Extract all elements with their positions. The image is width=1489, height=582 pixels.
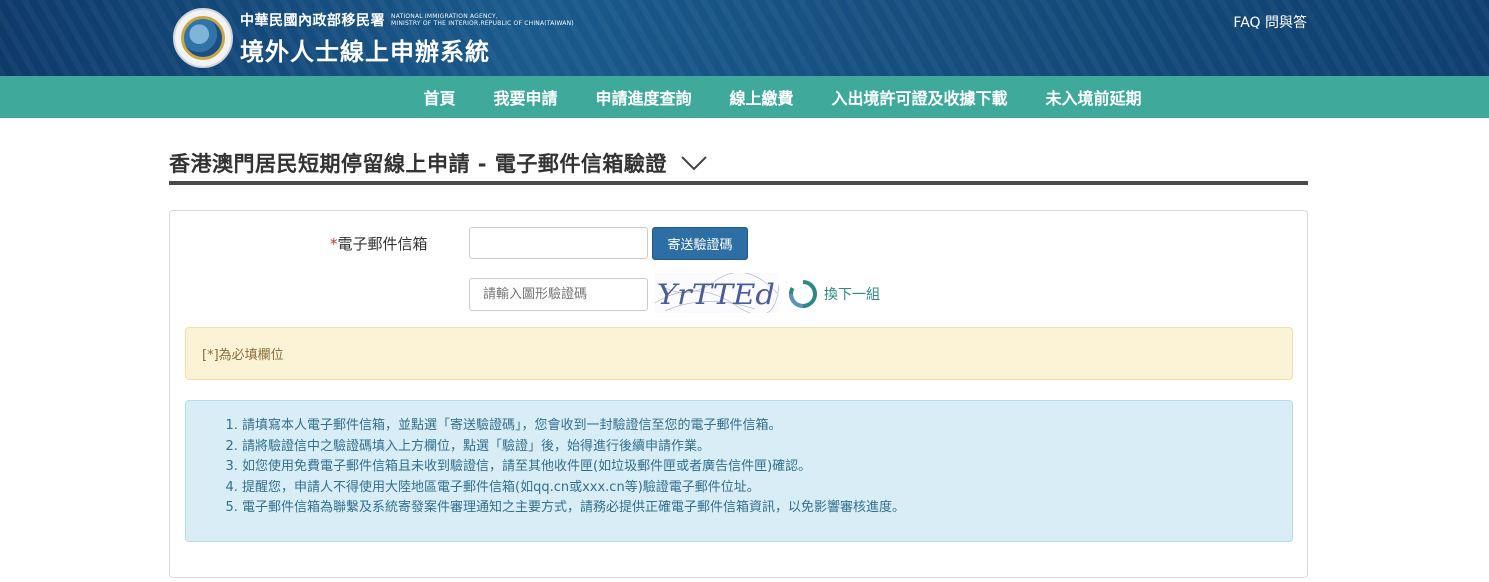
agency-name-zh: 中華民國內政部移民署 xyxy=(240,12,385,29)
page-title-bar: 香港澳門居民短期停留線上申請 - 電子郵件信箱驗證 xyxy=(169,145,1308,185)
nav-item-apply[interactable]: 我要申請 xyxy=(474,85,576,109)
agency-name-en: NATIONAL IMMIGRATION AGENCY, MINISTRY OF… xyxy=(391,12,574,27)
email-label: *電子郵件信箱 xyxy=(330,235,428,253)
page-title: 香港澳門居民短期停留線上申請 - 電子郵件信箱驗證 xyxy=(169,152,667,176)
nav-item-payment[interactable]: 線上繳費 xyxy=(711,85,813,109)
faq-link[interactable]: FAQ 問與答 xyxy=(1233,12,1307,32)
list-item: 請將驗證信中之驗證碼填入上方欄位，點選「驗證」後，始得進行後續申請作業。 xyxy=(242,437,1292,458)
list-item: 電子郵件信箱為聯繫及系統寄發案件審理通知之主要方式，請務必提供正確電子郵件信箱資… xyxy=(242,498,1292,519)
email-input[interactable] xyxy=(469,227,648,259)
agency-seal-icon xyxy=(173,8,233,68)
instructions-notice: 請填寫本人電子郵件信箱，並點選「寄送驗證碼」，您會收到一封驗證信至您的電子郵件信… xyxy=(185,400,1293,542)
verification-panel: *電子郵件信箱 寄送驗證碼 YrTTEd 換下一組 [*]為必填欄位 請填寫本人… xyxy=(169,210,1308,578)
list-item: 如您使用免費電子郵件信箱且未收到驗證信，請至其他收件匣(如垃圾郵件匣或者廣告信件… xyxy=(242,457,1292,478)
refresh-label: 換下一組 xyxy=(824,287,880,303)
nav-item-permit-download[interactable]: 入出境許可證及收據下載 xyxy=(813,85,1027,109)
send-code-button[interactable]: 寄送驗證碼 xyxy=(652,227,748,260)
captcha-image: YrTTEd xyxy=(655,273,779,313)
nav-item-progress[interactable]: 申請進度查詢 xyxy=(576,85,710,109)
captcha-text: YrTTEd xyxy=(657,278,775,311)
list-item: 請填寫本人電子郵件信箱，並點選「寄送驗證碼」，您會收到一封驗證信至您的電子郵件信… xyxy=(242,416,1292,437)
refresh-icon xyxy=(789,280,817,308)
nav-item-extension[interactable]: 未入境前延期 xyxy=(1027,85,1161,109)
required-fields-notice: [*]為必填欄位 xyxy=(185,327,1293,380)
nav-item-home[interactable]: 首頁 xyxy=(404,85,474,109)
agency-logo[interactable]: 中華民國內政部移民署 NATIONAL IMMIGRATION AGENCY, … xyxy=(173,8,574,68)
chevron-down-icon[interactable] xyxy=(681,155,707,171)
header-titles: 中華民國內政部移民署 NATIONAL IMMIGRATION AGENCY, … xyxy=(240,10,574,67)
required-mark: * xyxy=(330,235,338,253)
main-nav: 首頁 我要申請 申請進度查詢 線上繳費 入出境許可證及收據下載 未入境前延期 xyxy=(0,76,1489,118)
captcha-input[interactable] xyxy=(469,278,648,311)
site-header: 中華民國內政部移民署 NATIONAL IMMIGRATION AGENCY, … xyxy=(0,0,1489,76)
refresh-captcha-button[interactable]: 換下一組 xyxy=(788,279,880,309)
list-item: 提醒您，申請人不得使用大陸地區電子郵件信箱(如qq.cn或xxx.cn等)驗證電… xyxy=(242,478,1292,499)
system-name: 境外人士線上申辦系統 xyxy=(240,37,490,66)
instructions-list: 請填寫本人電子郵件信箱，並點選「寄送驗證碼」，您會收到一封驗證信至您的電子郵件信… xyxy=(186,416,1292,519)
